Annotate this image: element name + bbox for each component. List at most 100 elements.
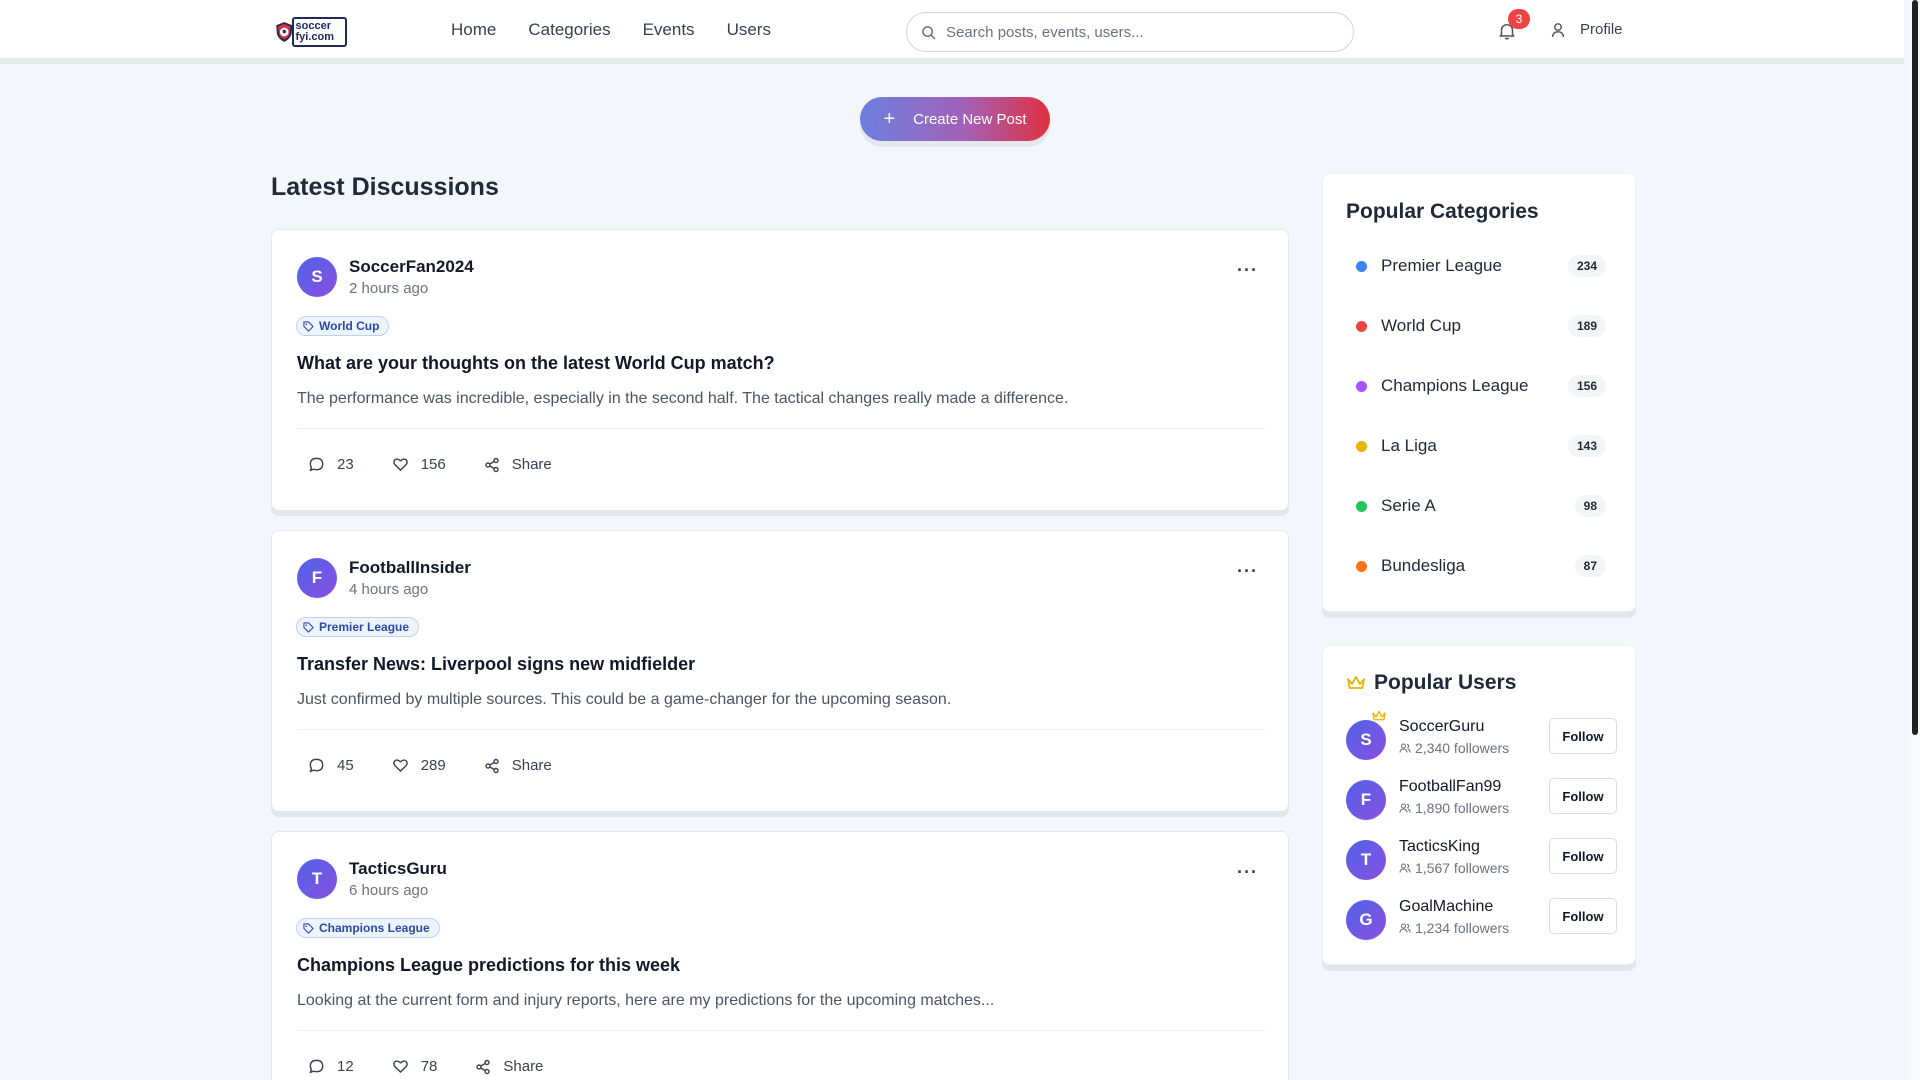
category-item[interactable]: Bundesliga 87	[1356, 554, 1606, 578]
like-count: 156	[420, 456, 446, 473]
nav-users[interactable]: Users	[727, 20, 771, 40]
like-count: 289	[420, 757, 446, 774]
post-card[interactable]: S SoccerFan2024 2 hours ago ··· World Cu…	[271, 229, 1289, 511]
avatar[interactable]: G	[1346, 900, 1386, 940]
user-name[interactable]: TacticsKing	[1399, 838, 1480, 856]
comments-button[interactable]: 12	[308, 1058, 354, 1075]
follow-button[interactable]: Follow	[1549, 718, 1617, 754]
post-title[interactable]: Transfer News: Liverpool signs new midfi…	[297, 654, 695, 675]
tag-icon	[303, 320, 314, 332]
share-button[interactable]: Share	[484, 757, 552, 774]
category-name: World Cup	[1381, 316, 1461, 335]
post-tag[interactable]: World Cup	[296, 316, 390, 336]
more-options-icon[interactable]: ···	[1237, 862, 1258, 883]
comment-icon	[309, 1059, 324, 1074]
post-tag[interactable]: Premier League	[296, 617, 420, 637]
category-dot	[1356, 440, 1367, 452]
post-title[interactable]: Champions League predictions for this we…	[297, 955, 680, 976]
post-author[interactable]: SoccerFan2024	[349, 257, 474, 277]
category-count: 87	[1574, 555, 1606, 577]
avatar[interactable]: F	[1346, 780, 1386, 820]
divider	[297, 729, 1265, 730]
follow-button[interactable]: Follow	[1549, 778, 1617, 814]
heart-icon	[392, 458, 408, 471]
site-logo[interactable]: soccer fyi.com	[275, 14, 347, 50]
category-dot	[1356, 260, 1367, 272]
nav-events[interactable]: Events	[643, 20, 695, 40]
scrollbar-thumb[interactable]	[1912, 0, 1918, 735]
post-time: 4 hours ago	[349, 581, 429, 598]
popular-users-header: Popular Users	[1346, 671, 1516, 695]
category-item[interactable]: Champions League 156	[1356, 374, 1606, 398]
post-title[interactable]: What are your thoughts on the latest Wor…	[297, 353, 775, 374]
like-button[interactable]: 289	[392, 757, 446, 774]
user-item: F FootballFan99 1,890 followers Follow	[1346, 778, 1617, 822]
comments-button[interactable]: 45	[308, 757, 354, 774]
category-count: 143	[1567, 435, 1606, 457]
plus-icon: +	[883, 108, 896, 130]
post-author[interactable]: FootballInsider	[349, 558, 471, 578]
users-icon	[1399, 803, 1411, 813]
category-name: Premier League	[1381, 256, 1502, 275]
tag-icon	[303, 621, 314, 633]
user-followers: 1,234 followers	[1399, 920, 1509, 936]
user-name[interactable]: GoalMachine	[1399, 898, 1493, 916]
users-icon	[1399, 923, 1411, 933]
categories-title: Popular Categories	[1346, 200, 1539, 223]
avatar[interactable]: S	[1346, 720, 1386, 760]
share-button[interactable]: Share	[484, 456, 552, 473]
post-body: Looking at the current form and injury r…	[297, 992, 995, 1009]
category-item[interactable]: Premier League 234	[1356, 254, 1606, 278]
top-navbar: soccer fyi.com Home Categories Events Us…	[0, 0, 1904, 64]
avatar[interactable]: T	[1346, 840, 1386, 880]
category-dot	[1356, 320, 1367, 332]
notification-badge: 3	[1508, 9, 1530, 29]
category-name: Serie A	[1381, 496, 1436, 515]
post-tag-label: World Cup	[319, 319, 380, 333]
category-item[interactable]: La Liga 143	[1356, 434, 1606, 458]
profile-link[interactable]: Profile	[1550, 21, 1623, 38]
nav-categories[interactable]: Categories	[528, 20, 610, 40]
category-item[interactable]: Serie A 98	[1356, 494, 1606, 518]
follow-button[interactable]: Follow	[1549, 838, 1617, 874]
post-tag-label: Premier League	[319, 620, 410, 634]
avatar[interactable]: T	[297, 859, 337, 899]
search-icon	[922, 25, 936, 39]
like-button[interactable]: 156	[392, 456, 446, 473]
user-item: G GoalMachine 1,234 followers Follow	[1346, 898, 1617, 942]
comments-button[interactable]: 23	[308, 456, 354, 473]
post-card[interactable]: T TacticsGuru 6 hours ago ··· Champions …	[271, 831, 1289, 1080]
comment-icon	[309, 758, 324, 773]
popular-categories-card: Popular Categories Premier League 234 Wo…	[1322, 173, 1636, 612]
post-actions: 45 289 Share	[308, 757, 590, 774]
user-followers: 1,890 followers	[1399, 800, 1509, 816]
followers-count: 1,567 followers	[1415, 860, 1510, 876]
main-nav: Home Categories Events Users	[451, 20, 771, 40]
profile-label: Profile	[1580, 21, 1623, 38]
more-options-icon[interactable]: ···	[1237, 260, 1258, 281]
create-post-label: Create New Post	[913, 110, 1027, 128]
post-actions: 12 78 Share	[308, 1058, 581, 1075]
nav-home[interactable]: Home	[451, 20, 496, 40]
user-item: T TacticsKing 1,567 followers Follow	[1346, 838, 1617, 882]
post-actions: 23 156 Share	[308, 456, 590, 473]
search-input[interactable]	[946, 23, 1326, 41]
avatar[interactable]: S	[297, 257, 337, 297]
category-dot	[1356, 380, 1367, 392]
more-options-icon[interactable]: ···	[1237, 561, 1258, 582]
share-icon	[485, 457, 499, 472]
user-name[interactable]: SoccerGuru	[1399, 718, 1484, 736]
post-author[interactable]: TacticsGuru	[349, 859, 447, 879]
post-card[interactable]: F FootballInsider 4 hours ago ··· Premie…	[271, 530, 1289, 812]
create-post-button[interactable]: + Create New Post	[860, 97, 1050, 141]
avatar[interactable]: F	[297, 558, 337, 598]
user-item: S SoccerGuru 2,340 followers Follow	[1346, 710, 1617, 762]
post-tag[interactable]: Champions League	[296, 918, 440, 938]
like-button[interactable]: 78	[392, 1058, 437, 1075]
share-button[interactable]: Share	[475, 1058, 543, 1075]
category-item[interactable]: World Cup 189	[1356, 314, 1606, 338]
followers-count: 1,890 followers	[1415, 800, 1510, 816]
follow-button[interactable]: Follow	[1549, 898, 1617, 934]
user-name[interactable]: FootballFan99	[1399, 778, 1501, 796]
category-count: 234	[1567, 255, 1606, 277]
